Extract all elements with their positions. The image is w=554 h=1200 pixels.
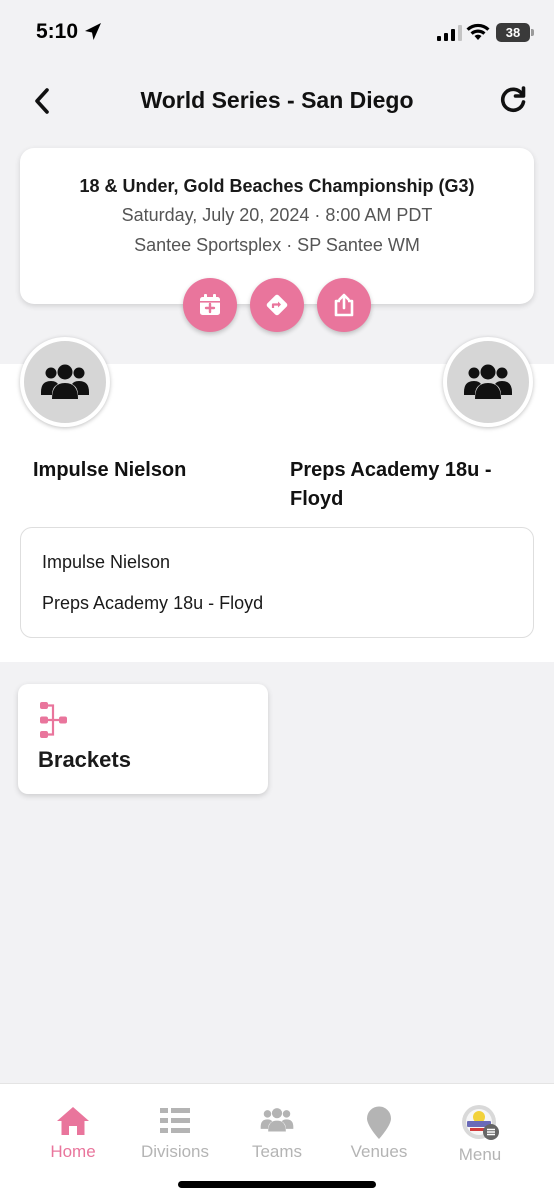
- brackets-card[interactable]: Brackets: [18, 684, 268, 794]
- battery-tip: [531, 29, 534, 36]
- away-team-name[interactable]: Preps Academy 18u - Floyd: [290, 456, 492, 514]
- refresh-icon: [500, 86, 526, 113]
- battery-indicator: 38: [496, 23, 530, 42]
- page-title: World Series - San Diego: [140, 87, 414, 113]
- directions-icon: [266, 294, 288, 316]
- wifi-icon: [466, 23, 490, 40]
- away-team-name-line: Floyd: [290, 488, 344, 510]
- tab-menu-label: Menu: [458, 1145, 502, 1164]
- location-arrow-icon: [85, 23, 101, 40]
- calendar-add-icon: [200, 294, 220, 315]
- tab-home-label: Home: [50, 1142, 96, 1161]
- add-to-calendar-button[interactable]: [183, 278, 237, 332]
- home-indicator: [178, 1181, 376, 1188]
- game-division: 18 & Under, Gold Beaches Championship (G…: [79, 176, 475, 196]
- score-line-away: Preps Academy 18u - Floyd: [42, 593, 264, 613]
- score-box: Impulse Nielson Preps Academy 18u - Floy…: [20, 527, 534, 638]
- game-venue: Santee Sportsplex · SP Santee WM: [134, 235, 420, 255]
- refresh-button[interactable]: [498, 85, 528, 115]
- score-line-home: Impulse Nielson: [42, 552, 171, 572]
- home-icon: [57, 1107, 89, 1135]
- share-button[interactable]: [317, 278, 371, 332]
- team-group-icon: [41, 364, 89, 399]
- tab-menu[interactable]: Menu: [425, 1084, 535, 1179]
- tab-divisions[interactable]: Divisions: [120, 1084, 230, 1179]
- cell-signal-icon: [437, 25, 462, 41]
- event-logo-icon: [462, 1105, 499, 1140]
- share-icon: [334, 293, 354, 317]
- map-pin-icon: [367, 1106, 391, 1139]
- team-group-icon: [464, 364, 512, 399]
- team-group-icon: [260, 1108, 294, 1132]
- status-bar: 5:10 38: [0, 0, 554, 66]
- directions-button[interactable]: [250, 278, 304, 332]
- tab-venues[interactable]: Venues: [324, 1084, 434, 1179]
- home-team-avatar[interactable]: [20, 337, 110, 427]
- tab-divisions-label: Divisions: [140, 1142, 210, 1161]
- brackets-label: Brackets: [38, 747, 131, 772]
- list-icon: [160, 1108, 190, 1133]
- header: World Series - San Diego: [0, 66, 554, 136]
- tab-teams-label: Teams: [251, 1142, 303, 1161]
- tab-home[interactable]: Home: [18, 1084, 128, 1179]
- away-team-name-line: Preps Academy 18u -: [290, 459, 492, 481]
- bracket-tree-icon: [40, 702, 67, 738]
- away-team-avatar[interactable]: [443, 337, 533, 427]
- status-time: 5:10: [36, 20, 79, 43]
- home-team-name[interactable]: Impulse Nielson: [33, 456, 186, 485]
- tab-teams[interactable]: Teams: [222, 1084, 332, 1179]
- tab-venues-label: Venues: [350, 1142, 408, 1161]
- game-datetime: Saturday, July 20, 2024 · 8:00 AM PDT: [121, 205, 433, 225]
